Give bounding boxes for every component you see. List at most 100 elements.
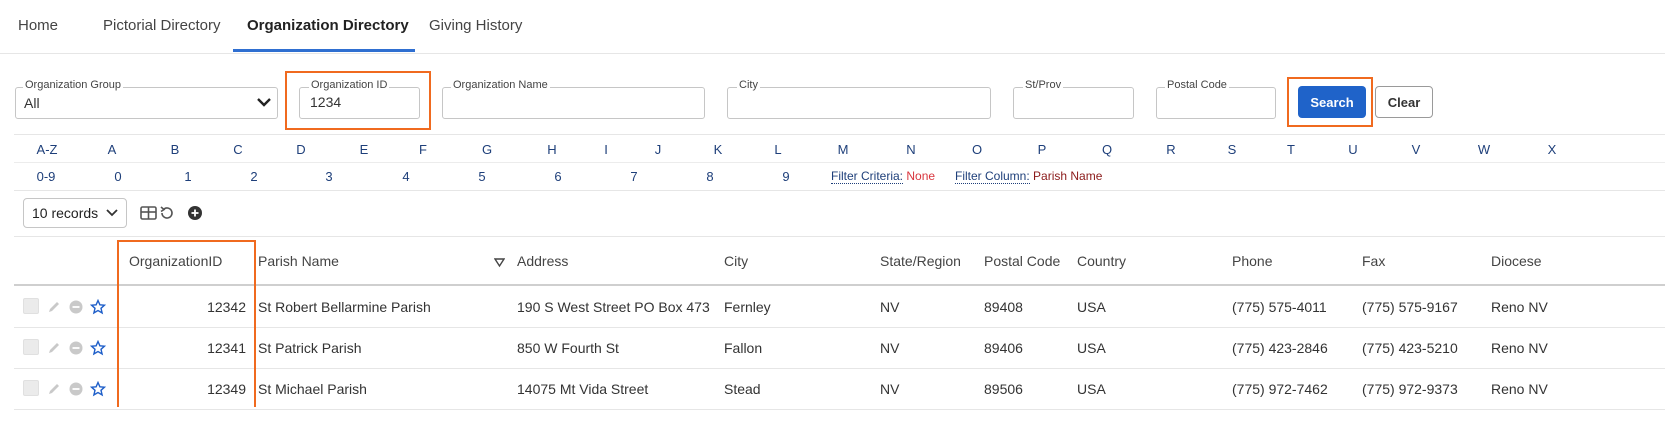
remove-icon[interactable] <box>68 299 84 315</box>
favorite-star-icon[interactable] <box>90 340 106 356</box>
edit-pencil-icon[interactable] <box>46 340 62 356</box>
alpha-digit-4[interactable]: 4 <box>402 169 409 184</box>
row-checkbox[interactable] <box>23 298 39 314</box>
alpha-digit-7[interactable]: 7 <box>630 169 637 184</box>
column-header-country[interactable]: Country <box>1077 253 1126 269</box>
cell-phone: (775) 972-7462 <box>1232 381 1328 397</box>
alpha-letter-o[interactable]: O <box>972 142 982 157</box>
alpha-letter-b[interactable]: B <box>171 142 180 157</box>
tab-pictorial-directory[interactable]: Pictorial Directory <box>103 17 221 34</box>
column-header-fax[interactable]: Fax <box>1362 253 1385 269</box>
cell-state-region: NV <box>880 381 900 397</box>
highlight-box-org-id <box>285 71 431 130</box>
cell-country: USA <box>1077 381 1106 397</box>
alpha-letter-i[interactable]: I <box>604 142 608 157</box>
sort-filter-icon[interactable] <box>494 257 505 268</box>
alpha-letter-e[interactable]: E <box>360 142 369 157</box>
alpha-digit-1[interactable]: 1 <box>184 169 191 184</box>
alpha-letter-p[interactable]: P <box>1038 142 1047 157</box>
alpha-letter-c[interactable]: C <box>233 142 242 157</box>
remove-icon[interactable] <box>68 381 84 397</box>
organization-name-label: Organization Name <box>451 79 550 91</box>
column-header-parish-name[interactable]: Parish Name <box>258 253 339 269</box>
alpha-digit-8[interactable]: 8 <box>706 169 713 184</box>
favorite-star-icon[interactable] <box>90 381 106 397</box>
alpha-letter-n[interactable]: N <box>906 142 915 157</box>
filter-criteria: Filter Criteria: None <box>831 169 936 184</box>
highlight-box-organization-id-column <box>117 240 256 407</box>
organization-group-select[interactable] <box>15 87 278 119</box>
row-checkbox[interactable] <box>23 339 39 355</box>
alpha-letter-s[interactable]: S <box>1228 142 1237 157</box>
edit-pencil-icon[interactable] <box>46 299 62 315</box>
tab-giving-history[interactable]: Giving History <box>429 17 522 34</box>
cell-phone: (775) 575-4011 <box>1232 299 1327 315</box>
alpha-letter-g[interactable]: G <box>482 142 492 157</box>
postal-code-label: Postal Code <box>1165 79 1229 91</box>
alpha-letter-a-z[interactable]: A-Z <box>37 142 58 157</box>
alpha-letter-x[interactable]: X <box>1548 142 1557 157</box>
alpha-digit-0[interactable]: 0 <box>114 169 121 184</box>
alpha-digit-6[interactable]: 6 <box>554 169 561 184</box>
cell-parish-name: St Robert Bellarmine Parish <box>258 299 431 315</box>
alpha-letter-w[interactable]: W <box>1478 142 1490 157</box>
cell-parish-name: St Patrick Parish <box>258 340 362 356</box>
cell-diocese: Reno NV <box>1491 299 1548 315</box>
alpha-digit-9[interactable]: 9 <box>782 169 789 184</box>
reset-icon[interactable] <box>158 205 176 221</box>
cell-phone: (775) 423-2846 <box>1232 340 1328 356</box>
favorite-star-icon[interactable] <box>90 299 106 315</box>
column-header-postal-code[interactable]: Postal Code <box>984 253 1060 269</box>
alpha-letter-r[interactable]: R <box>1166 142 1175 157</box>
edit-pencil-icon[interactable] <box>46 381 62 397</box>
alpha-letter-a[interactable]: A <box>108 142 117 157</box>
cell-parish-name: St Michael Parish <box>258 381 367 397</box>
alpha-digit-3[interactable]: 3 <box>325 169 332 184</box>
column-header-city[interactable]: City <box>724 253 748 269</box>
filter-criteria-value: None <box>906 169 936 183</box>
st-prov-input[interactable] <box>1013 87 1134 119</box>
cell-fax: (775) 423-5210 <box>1362 340 1458 356</box>
tab-home[interactable]: Home <box>18 17 58 34</box>
highlight-box-search <box>1287 77 1373 127</box>
column-header-phone[interactable]: Phone <box>1232 253 1272 269</box>
alpha-digit-5[interactable]: 5 <box>478 169 485 184</box>
column-header-address[interactable]: Address <box>517 253 568 269</box>
alpha-letter-j[interactable]: J <box>655 142 662 157</box>
cell-postal-code: 89408 <box>984 299 1023 315</box>
cell-fax: (775) 575-9167 <box>1362 299 1458 315</box>
postal-code-input[interactable] <box>1156 87 1276 119</box>
top-nav: Home Pictorial Directory Organization Di… <box>0 0 1665 54</box>
organization-name-input[interactable] <box>442 87 705 119</box>
alpha-letter-l[interactable]: L <box>774 142 781 157</box>
alpha-letter-f[interactable]: F <box>419 142 427 157</box>
alpha-letter-m[interactable]: M <box>838 142 849 157</box>
remove-icon[interactable] <box>68 340 84 356</box>
add-icon[interactable] <box>186 205 204 221</box>
chevron-down-icon[interactable] <box>256 95 272 109</box>
alpha-letter-v[interactable]: V <box>1412 142 1421 157</box>
alpha-letter-k[interactable]: K <box>714 142 723 157</box>
cell-address: 850 W Fourth St <box>517 340 619 356</box>
table-toolbar <box>14 191 1665 237</box>
column-header-diocese[interactable]: Diocese <box>1491 253 1542 269</box>
alpha-letter-t[interactable]: T <box>1287 142 1295 157</box>
organization-group-value: All <box>24 95 40 111</box>
alpha-digit-2[interactable]: 2 <box>250 169 257 184</box>
column-grid-icon[interactable] <box>140 205 158 221</box>
row-checkbox[interactable] <box>23 380 39 396</box>
alpha-letter-d[interactable]: D <box>296 142 305 157</box>
cell-postal-code: 89406 <box>984 340 1023 356</box>
tab-organization-directory[interactable]: Organization Directory <box>247 17 409 34</box>
clear-button[interactable]: Clear <box>1375 86 1433 118</box>
cell-state-region: NV <box>880 299 900 315</box>
alpha-letter-h[interactable]: H <box>547 142 556 157</box>
alpha-letter-q[interactable]: Q <box>1102 142 1112 157</box>
cell-address: 14075 Mt Vida Street <box>517 381 649 397</box>
cell-city: Fernley <box>724 299 771 315</box>
column-header-state-region[interactable]: State/Region <box>880 253 961 269</box>
city-input[interactable] <box>727 87 991 119</box>
alpha-letter-u[interactable]: U <box>1348 142 1357 157</box>
alpha-digit-0-9[interactable]: 0-9 <box>37 169 56 184</box>
cell-diocese: Reno NV <box>1491 340 1548 356</box>
